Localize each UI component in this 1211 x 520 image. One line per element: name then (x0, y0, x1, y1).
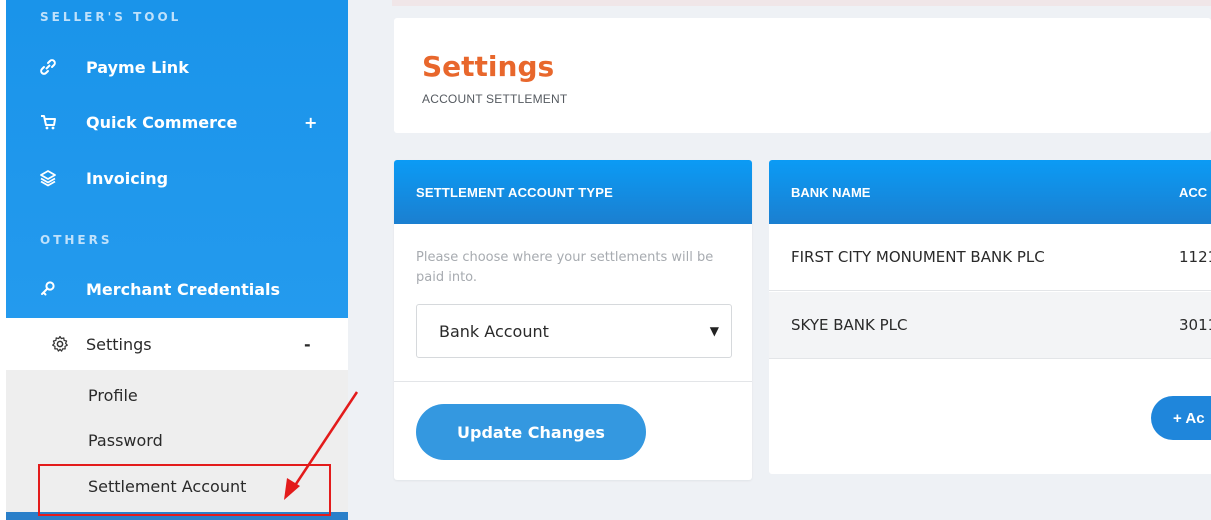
key-icon (38, 279, 58, 299)
add-account-button[interactable]: + Ac (1151, 396, 1211, 440)
settlement-hint: Please choose where your settlements wil… (416, 250, 714, 285)
sidebar: SELLER'S TOOL Payme Link Quick Commerce … (6, 0, 348, 520)
table-row[interactable]: FIRST CITY MONUMENT BANK PLC 1121 (769, 224, 1211, 291)
collapse-minus-icon[interactable]: - (304, 335, 311, 354)
cart-icon (38, 112, 58, 132)
submenu-item-password[interactable]: Password (88, 431, 163, 450)
submenu-item-profile[interactable]: Profile (88, 386, 138, 405)
update-changes-button[interactable]: Update Changes (416, 404, 646, 460)
table-header: BANK NAME ACC (769, 160, 1211, 224)
sidebar-item-invoicing[interactable]: Invoicing (6, 154, 348, 202)
bank-accounts-card: BANK NAME ACC FIRST CITY MONUMENT BANK P… (769, 160, 1211, 474)
column-header-account: ACC (1179, 185, 1208, 200)
highlight-box (38, 464, 331, 516)
sidebar-item-merchant-credentials[interactable]: Merchant Credentials (6, 265, 348, 313)
page-subtitle: ACCOUNT SETTLEMENT (422, 92, 568, 106)
sidebar-item-quick-commerce[interactable]: Quick Commerce + (6, 98, 348, 146)
layers-icon (38, 168, 58, 188)
cell-bank-name: FIRST CITY MONUMENT BANK PLC (791, 248, 1045, 266)
settlement-type-card: SETTLEMENT ACCOUNT TYPE Please choose wh… (394, 160, 752, 480)
caret-down-icon: ▼ (709, 324, 719, 338)
cell-account-number: 1121 (1179, 248, 1211, 266)
top-strip (392, 0, 1211, 6)
sidebar-item-label: Payme Link (86, 57, 189, 77)
divider (394, 381, 752, 382)
link-icon (38, 57, 58, 77)
sidebar-item-label: Merchant Credentials (86, 279, 281, 299)
select-value: Bank Account (439, 321, 549, 341)
settlement-type-select[interactable]: Bank Account ▼ (416, 304, 732, 358)
sidebar-item-payme-link[interactable]: Payme Link (6, 43, 348, 91)
table-row[interactable]: SKYE BANK PLC 3011 (769, 292, 1211, 359)
sidebar-item-label: Invoicing (86, 168, 169, 188)
cell-bank-name: SKYE BANK PLC (791, 316, 908, 334)
main-content: Settings ACCOUNT SETTLEMENT SETTLEMENT A… (348, 0, 1211, 520)
page-header-card: Settings ACCOUNT SETTLEMENT (394, 18, 1211, 133)
cell-account-number: 3011 (1179, 316, 1211, 334)
expand-plus-icon[interactable]: + (304, 113, 317, 132)
section-others: OTHERS (40, 233, 113, 247)
column-header-bank-name: BANK NAME (791, 185, 871, 200)
sidebar-item-label: Settings (86, 334, 152, 354)
settlement-type-heading: SETTLEMENT ACCOUNT TYPE (394, 160, 752, 224)
page-title: Settings (422, 50, 555, 83)
gear-icon (50, 334, 70, 354)
section-sellers-tool: SELLER'S TOOL (40, 10, 182, 24)
sidebar-item-label: Quick Commerce (86, 112, 238, 132)
sidebar-item-settings[interactable]: Settings - (6, 318, 348, 370)
app-root: SELLER'S TOOL Payme Link Quick Commerce … (0, 0, 1211, 520)
